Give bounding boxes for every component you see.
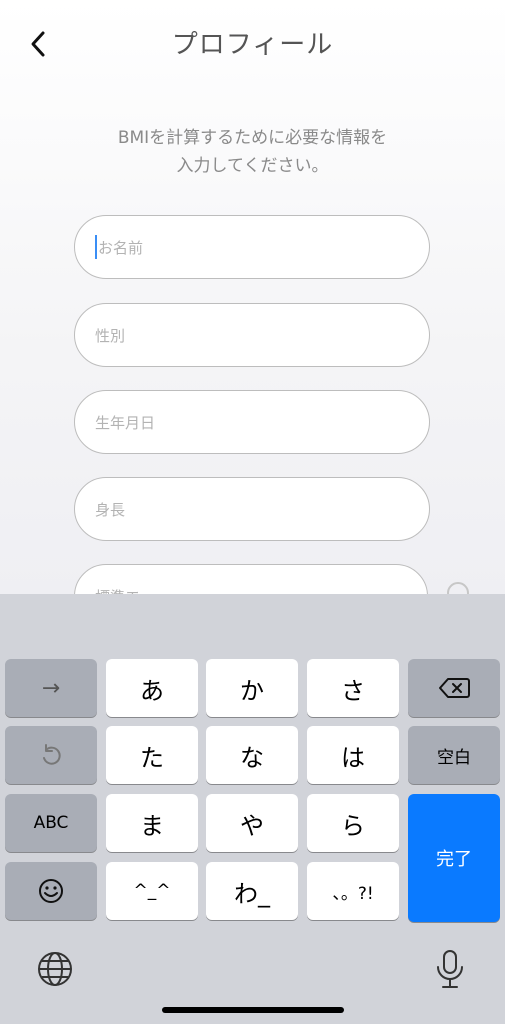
key-ya[interactable]: や [206,794,298,852]
birthdate-placeholder: 生年月日 [95,413,156,432]
name-placeholder: お名前 [98,238,144,257]
punctuation-label: 、。?! [332,883,374,904]
key-ka[interactable]: か [206,659,298,717]
standard-field[interactable]: 標準エ... [74,564,428,594]
key-ra[interactable]: ら [307,794,399,852]
space-key[interactable]: 空白 [408,726,500,784]
text-caret [95,235,97,259]
instruction-line-1: BMIを計算するために必要な情報を [117,128,388,148]
arrow-right-icon: → [41,675,61,701]
space-key-label: 空白 [437,747,471,768]
next-key[interactable]: → [5,659,97,717]
undo-icon [43,744,61,765]
key-ha[interactable]: は [307,726,399,784]
key-na[interactable]: な [206,726,298,784]
emoji-key[interactable] [5,862,97,920]
key-a[interactable]: あ [106,659,198,717]
height-field[interactable]: 身長 [74,477,430,541]
microphone-icon[interactable] [432,948,468,990]
birthdate-field[interactable]: 生年月日 [74,390,430,454]
kaomoji-key[interactable]: ^_^ [106,862,198,920]
instruction-text: BMIを計算するために必要な情報を 入力してください。 [0,124,505,180]
instruction-line-2: 入力してください。 [176,156,329,176]
delete-key[interactable] [408,659,500,717]
gender-placeholder: 性別 [95,326,126,345]
kaomoji-label: ^_^ [133,881,171,901]
screen: プロフィール BMIを計算するために必要な情報を 入力してください。 お名前 性… [0,0,505,1024]
undo-key[interactable] [5,726,97,784]
done-key[interactable]: 完了 [408,794,500,922]
key-wa[interactable]: わ_ [206,862,298,920]
profile-screen: プロフィール BMIを計算するために必要な情報を 入力してください。 お名前 性… [0,0,505,594]
home-indicator[interactable] [162,1007,344,1013]
globe-icon[interactable] [36,950,74,988]
smiley-icon [39,879,63,903]
page-title: プロフィール [171,30,334,60]
key-ta[interactable]: た [106,726,198,784]
gender-field[interactable]: 性別 [74,303,430,367]
height-placeholder: 身長 [95,500,126,519]
backspace-icon [439,678,470,698]
abc-key[interactable]: ABC [5,794,97,852]
key-sa[interactable]: さ [307,659,399,717]
standard-placeholder: 標準エ... [95,586,154,595]
japanese-keyboard: → あ か さ た な は 空白 ABC ま や ら 完了 ^_^ わ_ 、。?… [0,594,505,1024]
punctuation-key[interactable]: 、。?! [307,862,399,920]
info-icon[interactable] [447,582,469,594]
name-field[interactable]: お名前 [74,215,430,279]
key-ma[interactable]: ま [106,794,198,852]
